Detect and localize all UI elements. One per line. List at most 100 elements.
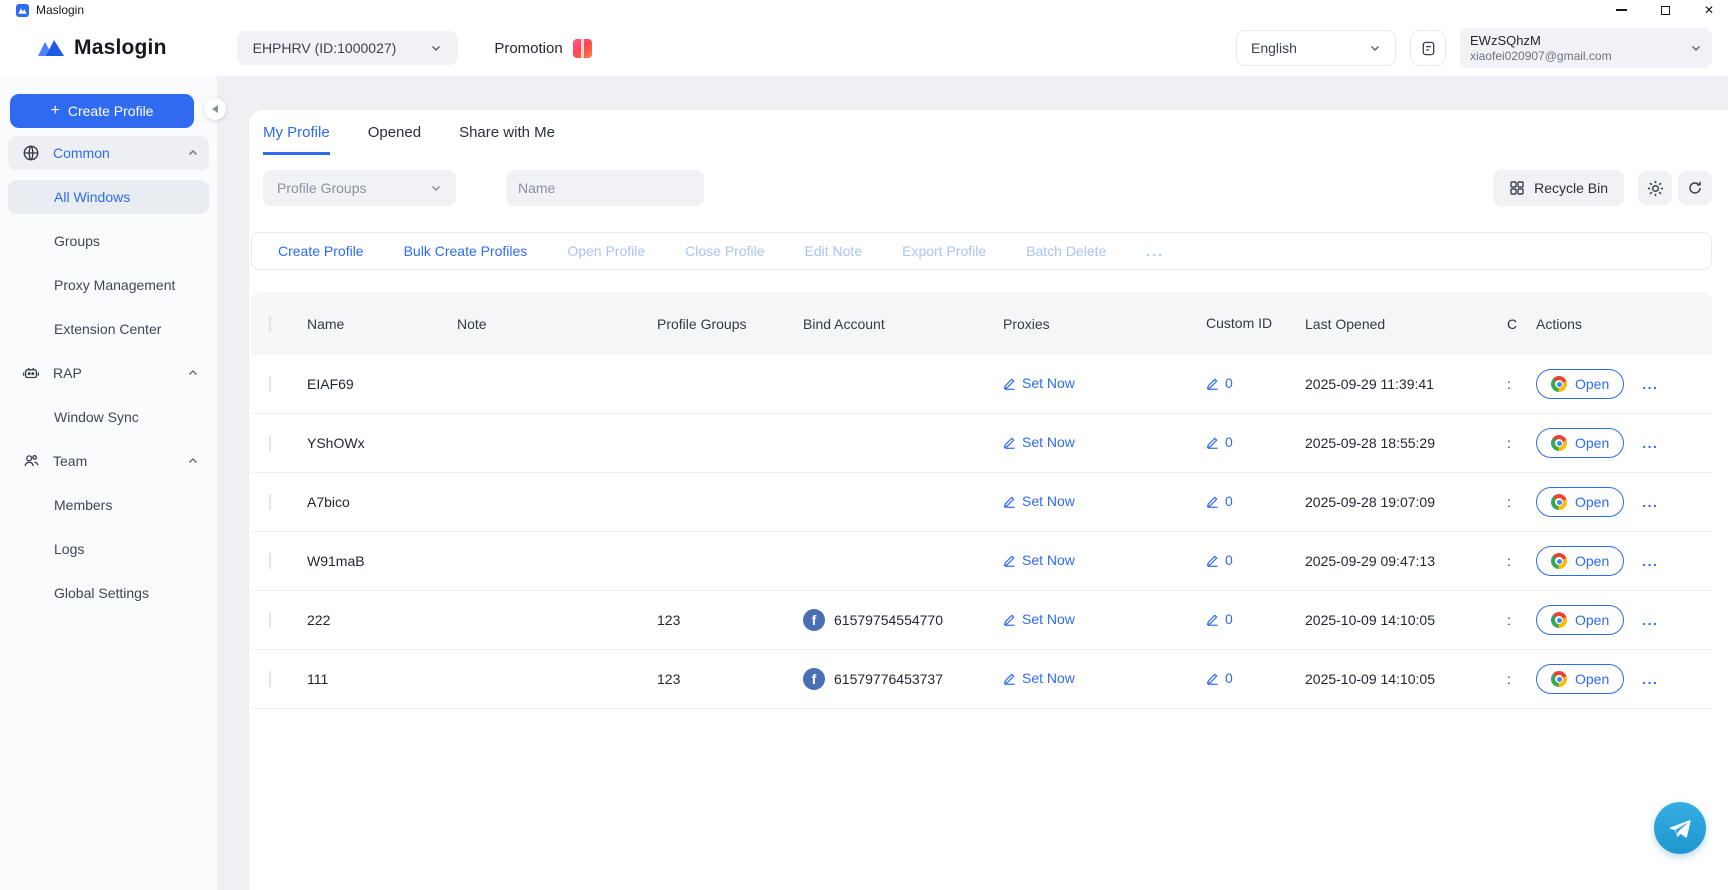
open-profile-button[interactable]: Open [1536,369,1624,399]
tab-share-with-me[interactable]: Share with Me [459,124,555,155]
bind-account-id: 61579754554770 [834,612,943,628]
set-now-link[interactable]: Set Now [1003,375,1075,391]
custom-id-edit-link[interactable]: 0 [1206,670,1233,686]
maximize-button[interactable] [1658,3,1672,17]
open-profile-button[interactable]: Open [1536,546,1624,576]
profile-groups-select[interactable]: Profile Groups [263,170,456,206]
toolbar-bulk-create-profiles[interactable]: Bulk Create Profiles [404,243,528,259]
language-dropdown[interactable]: English [1236,30,1396,66]
profile-name: YShOWx [295,435,445,451]
sidebar-item-all-windows[interactable]: All Windows [8,180,209,214]
team-selector-value: EHPHRV (ID:1000027) [253,40,397,56]
custom-id-edit-link[interactable]: 0 [1206,552,1233,568]
team-selector-dropdown[interactable]: EHPHRV (ID:1000027) [237,31,459,65]
row-more-button[interactable]: ... [1642,435,1658,451]
gear-icon [1647,180,1664,197]
row-more-button[interactable]: ... [1642,376,1658,392]
profile-name: W91maB [295,553,445,569]
col-custom-id: Custom ID [1206,315,1272,331]
open-label: Open [1575,376,1609,392]
sidebar-collapse-toggle[interactable] [204,98,226,120]
open-profile-button[interactable]: Open [1536,605,1624,635]
chevron-up-icon [187,147,199,159]
sidebar-item-window-sync[interactable]: Window Sync [8,400,209,434]
open-profile-button[interactable]: Open [1536,664,1624,694]
create-profile-button[interactable]: + Create Profile [10,94,194,128]
row-checkbox[interactable] [269,494,271,510]
edit-icon [1003,554,1016,567]
minimize-button[interactable] [1614,3,1628,17]
open-profile-button[interactable]: Open [1536,428,1624,458]
toolbar-more-button[interactable]: ... [1146,243,1164,259]
custom-id-edit-link[interactable]: 0 [1206,434,1233,450]
sidebar-section-rap[interactable]: RAP [8,356,209,390]
name-search-input[interactable] [518,180,699,196]
bulk-action-toolbar: Create Profile Bulk Create Profiles Open… [251,232,1712,270]
toolbar-export-profile[interactable]: Export Profile [902,243,986,259]
toolbar-edit-note[interactable]: Edit Note [805,243,863,259]
sidebar-section-common[interactable]: Common [8,136,209,170]
row-more-button[interactable]: ... [1642,612,1658,628]
table-row: EIAF69 Set Now 0 2025-09-29 11:39:41 : O… [251,355,1712,414]
row-more-button[interactable]: ... [1642,671,1658,687]
last-opened-cell: 2025-09-29 09:47:13 [1293,553,1494,569]
toolbar-close-profile[interactable]: Close Profile [685,243,764,259]
custom-id-edit-link[interactable]: 0 [1206,375,1233,391]
profile-groups-placeholder: Profile Groups [277,180,366,196]
telegram-icon [1667,815,1693,841]
sidebar-item-members[interactable]: Members [8,488,209,522]
row-checkbox[interactable] [269,376,271,392]
set-now-link[interactable]: Set Now [1003,611,1075,627]
sidebar-item-extension-center[interactable]: Extension Center [8,312,209,346]
set-now-link[interactable]: Set Now [1003,493,1075,509]
section-label: Team [53,453,87,469]
toolbar-create-profile[interactable]: Create Profile [278,243,364,259]
row-checkbox[interactable] [269,612,271,628]
open-profile-button[interactable]: Open [1536,487,1624,517]
custom-id-edit-link[interactable]: 0 [1206,493,1233,509]
sidebar-section-team[interactable]: Team [8,444,209,478]
row-checkbox[interactable] [269,435,271,451]
sidebar-item-logs[interactable]: Logs [8,532,209,566]
col-profile-groups: Profile Groups [645,316,791,332]
row-more-button[interactable]: ... [1642,553,1658,569]
open-label: Open [1575,553,1609,569]
plus-icon: + [51,103,60,119]
account-dropdown[interactable]: EWzSQhzM xiaofei020907@gmail.com [1460,28,1712,68]
set-now-label: Set Now [1022,611,1075,627]
sidebar-item-groups[interactable]: Groups [8,224,209,258]
set-now-link[interactable]: Set Now [1003,434,1075,450]
set-now-label: Set Now [1022,434,1075,450]
col-last-opened: Last Opened [1293,316,1494,332]
facebook-icon: f [803,609,825,631]
select-all-checkbox[interactable] [269,316,271,332]
table-settings-button[interactable] [1638,171,1672,205]
toolbar-open-profile[interactable]: Open Profile [567,243,645,259]
row-more-button[interactable]: ... [1642,494,1658,510]
table-header: Name Note Profile Groups Bind Account Pr… [251,292,1712,355]
custom-id-edit-link[interactable]: 0 [1206,611,1233,627]
table-row: 111 123 f61579776453737 Set Now 0 2025-1… [251,650,1712,709]
row-checkbox[interactable] [269,553,271,569]
sidebar-item-global-settings[interactable]: Global Settings [8,576,209,610]
set-now-link[interactable]: Set Now [1003,670,1075,686]
chrome-icon [1551,612,1567,628]
set-now-link[interactable]: Set Now [1003,552,1075,568]
telegram-support-button[interactable] [1654,802,1706,854]
row-checkbox[interactable] [269,671,271,687]
bind-account-id: 61579776453737 [834,671,943,687]
sidebar-item-proxy-management[interactable]: Proxy Management [8,268,209,302]
docs-button[interactable] [1410,30,1446,66]
close-button[interactable]: ✕ [1702,3,1716,17]
clipped-cell: : [1494,435,1516,451]
toolbar-batch-delete[interactable]: Batch Delete [1026,243,1106,259]
section-label: RAP [53,365,82,381]
edit-icon [1206,554,1219,567]
tab-opened[interactable]: Opened [368,124,421,155]
profile-name: 222 [295,612,445,628]
refresh-button[interactable] [1678,171,1712,205]
edit-icon [1206,672,1219,685]
recycle-bin-button[interactable]: Recycle Bin [1493,170,1624,206]
promotion-link[interactable]: Promotion [494,39,591,58]
tab-my-profile[interactable]: My Profile [263,124,330,155]
